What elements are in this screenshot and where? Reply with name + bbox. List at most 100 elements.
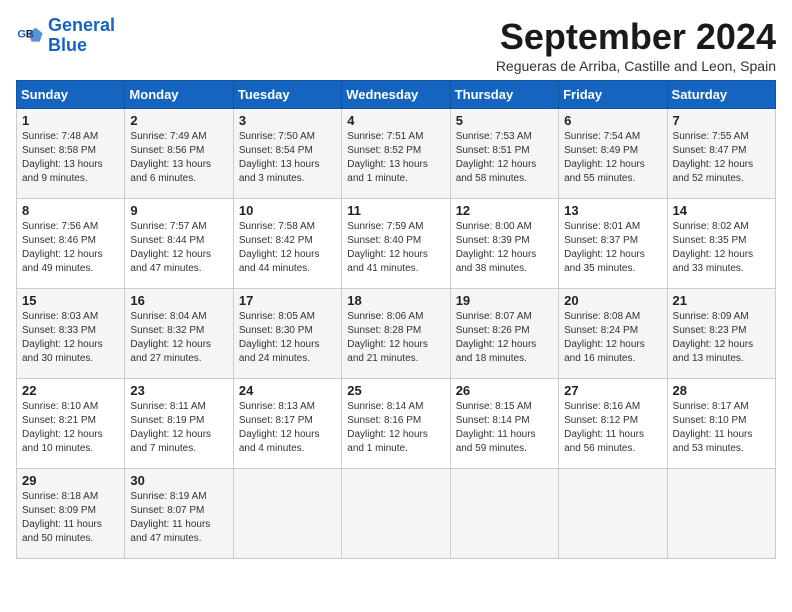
day-number: 23	[130, 383, 227, 398]
day-number: 30	[130, 473, 227, 488]
day-number: 16	[130, 293, 227, 308]
logo-icon: G B	[16, 22, 44, 50]
header-saturday: Saturday	[667, 81, 775, 109]
cell-sunrise: Sunrise: 8:02 AMSunset: 8:35 PMDaylight:…	[673, 221, 754, 274]
day-number: 6	[564, 113, 661, 128]
calendar-cell	[233, 469, 341, 559]
calendar-cell: 5 Sunrise: 7:53 AMSunset: 8:51 PMDaylight…	[450, 109, 558, 199]
calendar-week-row: 22 Sunrise: 8:10 AMSunset: 8:21 PMDayligh…	[17, 379, 776, 469]
day-number: 13	[564, 203, 661, 218]
calendar-week-row: 1Sunrise: 7:48 AMSunset: 8:58 PMDaylight…	[17, 109, 776, 199]
calendar-cell	[450, 469, 558, 559]
header-thursday: Thursday	[450, 81, 558, 109]
calendar-cell: 13 Sunrise: 8:01 AMSunset: 8:37 PMDayligh…	[559, 199, 667, 289]
day-number: 5	[456, 113, 553, 128]
calendar-cell: 4Sunrise: 7:51 AMSunset: 8:52 PMDaylight…	[342, 109, 450, 199]
cell-sunrise: Sunrise: 8:15 AMSunset: 8:14 PMDaylight:…	[456, 401, 536, 454]
calendar-cell	[667, 469, 775, 559]
calendar-cell: 29 Sunrise: 8:18 AMSunset: 8:09 PMDayligh…	[17, 469, 125, 559]
cell-sunrise: Sunrise: 8:14 AMSunset: 8:16 PMDaylight:…	[347, 401, 428, 454]
calendar-cell: 1Sunrise: 7:48 AMSunset: 8:58 PMDaylight…	[17, 109, 125, 199]
calendar-cell: 20Sunrise: 8:08 AMSunset: 8:24 PMDayligh…	[559, 289, 667, 379]
calendar-cell: 3 Sunrise: 7:50 AMSunset: 8:54 PMDaylight…	[233, 109, 341, 199]
cell-sunrise: Sunrise: 7:57 AMSunset: 8:44 PMDaylight:…	[130, 221, 211, 274]
cell-sunrise: Sunrise: 8:16 AMSunset: 8:12 PMDaylight:…	[564, 401, 644, 454]
cell-sunrise: Sunrise: 8:04 AMSunset: 8:32 PMDaylight:…	[130, 311, 211, 364]
cell-sunrise: Sunrise: 8:13 AMSunset: 8:17 PMDaylight:…	[239, 401, 320, 454]
header-monday: Monday	[125, 81, 233, 109]
day-number: 26	[456, 383, 553, 398]
cell-sunrise: Sunrise: 7:55 AMSunset: 8:47 PMDaylight:…	[673, 131, 754, 184]
cell-sunrise: Sunrise: 8:17 AMSunset: 8:10 PMDaylight:…	[673, 401, 753, 454]
calendar-cell: 8Sunrise: 7:56 AMSunset: 8:46 PMDaylight…	[17, 199, 125, 289]
calendar-cell: 11Sunrise: 7:59 AMSunset: 8:40 PMDayligh…	[342, 199, 450, 289]
cell-sunrise: Sunrise: 8:06 AMSunset: 8:28 PMDaylight:…	[347, 311, 428, 364]
logo: G B General Blue	[16, 16, 115, 56]
month-title: September 2024	[496, 16, 776, 58]
header-sunday: Sunday	[17, 81, 125, 109]
day-number: 10	[239, 203, 336, 218]
cell-sunrise: Sunrise: 8:00 AMSunset: 8:39 PMDaylight:…	[456, 221, 537, 274]
logo-text: General Blue	[48, 16, 115, 56]
cell-sunrise: Sunrise: 7:53 AMSunset: 8:51 PMDaylight:…	[456, 131, 537, 184]
day-number: 21	[673, 293, 770, 308]
calendar-header-row: SundayMondayTuesdayWednesdayThursdayFrid…	[17, 81, 776, 109]
day-number: 29	[22, 473, 119, 488]
cell-sunrise: Sunrise: 8:10 AMSunset: 8:21 PMDaylight:…	[22, 401, 103, 454]
calendar-cell	[342, 469, 450, 559]
cell-sunrise: Sunrise: 8:19 AMSunset: 8:07 PMDaylight:…	[130, 491, 210, 544]
calendar-cell: 6 Sunrise: 7:54 AMSunset: 8:49 PMDaylight…	[559, 109, 667, 199]
day-number: 18	[347, 293, 444, 308]
cell-sunrise: Sunrise: 8:05 AMSunset: 8:30 PMDaylight:…	[239, 311, 320, 364]
calendar-cell: 17Sunrise: 8:05 AMSunset: 8:30 PMDayligh…	[233, 289, 341, 379]
cell-sunrise: Sunrise: 7:58 AMSunset: 8:42 PMDaylight:…	[239, 221, 320, 274]
calendar-cell: 25 Sunrise: 8:14 AMSunset: 8:16 PMDayligh…	[342, 379, 450, 469]
calendar-cell: 26 Sunrise: 8:15 AMSunset: 8:14 PMDayligh…	[450, 379, 558, 469]
calendar-cell: 14 Sunrise: 8:02 AMSunset: 8:35 PMDayligh…	[667, 199, 775, 289]
calendar-cell: 9 Sunrise: 7:57 AMSunset: 8:44 PMDaylight…	[125, 199, 233, 289]
day-number: 3	[239, 113, 336, 128]
calendar-week-row: 29 Sunrise: 8:18 AMSunset: 8:09 PMDayligh…	[17, 469, 776, 559]
calendar-cell: 21 Sunrise: 8:09 AMSunset: 8:23 PMDayligh…	[667, 289, 775, 379]
day-number: 22	[22, 383, 119, 398]
day-number: 24	[239, 383, 336, 398]
cell-sunrise: Sunrise: 7:59 AMSunset: 8:40 PMDaylight:…	[347, 221, 428, 274]
svg-text:G: G	[17, 28, 26, 40]
cell-sunrise: Sunrise: 8:01 AMSunset: 8:37 PMDaylight:…	[564, 221, 645, 274]
day-number: 15	[22, 293, 119, 308]
calendar-week-row: 8Sunrise: 7:56 AMSunset: 8:46 PMDaylight…	[17, 199, 776, 289]
calendar-week-row: 15 Sunrise: 8:03 AMSunset: 8:33 PMDayligh…	[17, 289, 776, 379]
cell-sunrise: Sunrise: 7:49 AMSunset: 8:56 PMDaylight:…	[130, 131, 211, 184]
calendar-cell: 2 Sunrise: 7:49 AMSunset: 8:56 PMDaylight…	[125, 109, 233, 199]
day-number: 19	[456, 293, 553, 308]
calendar-cell: 18 Sunrise: 8:06 AMSunset: 8:28 PMDayligh…	[342, 289, 450, 379]
header-tuesday: Tuesday	[233, 81, 341, 109]
cell-sunrise: Sunrise: 8:09 AMSunset: 8:23 PMDaylight:…	[673, 311, 754, 364]
calendar-cell: 15 Sunrise: 8:03 AMSunset: 8:33 PMDayligh…	[17, 289, 125, 379]
day-number: 2	[130, 113, 227, 128]
cell-sunrise: Sunrise: 7:48 AMSunset: 8:58 PMDaylight:…	[22, 131, 103, 184]
header-wednesday: Wednesday	[342, 81, 450, 109]
cell-sunrise: Sunrise: 7:54 AMSunset: 8:49 PMDaylight:…	[564, 131, 645, 184]
cell-sunrise: Sunrise: 8:07 AMSunset: 8:26 PMDaylight:…	[456, 311, 537, 364]
day-number: 25	[347, 383, 444, 398]
calendar-cell: 28Sunrise: 8:17 AMSunset: 8:10 PMDayligh…	[667, 379, 775, 469]
day-number: 9	[130, 203, 227, 218]
calendar-cell: 27Sunrise: 8:16 AMSunset: 8:12 PMDayligh…	[559, 379, 667, 469]
calendar-cell: 16 Sunrise: 8:04 AMSunset: 8:32 PMDayligh…	[125, 289, 233, 379]
page-header: G B General Blue September 2024 Regueras…	[16, 16, 776, 74]
calendar-cell: 30 Sunrise: 8:19 AMSunset: 8:07 PMDayligh…	[125, 469, 233, 559]
cell-sunrise: Sunrise: 7:51 AMSunset: 8:52 PMDaylight:…	[347, 131, 428, 184]
cell-sunrise: Sunrise: 7:50 AMSunset: 8:54 PMDaylight:…	[239, 131, 320, 184]
title-block: September 2024 Regueras de Arriba, Casti…	[496, 16, 776, 74]
calendar-cell: 23Sunrise: 8:11 AMSunset: 8:19 PMDayligh…	[125, 379, 233, 469]
calendar-cell	[559, 469, 667, 559]
calendar-cell: 7Sunrise: 7:55 AMSunset: 8:47 PMDaylight…	[667, 109, 775, 199]
calendar-cell: 24 Sunrise: 8:13 AMSunset: 8:17 PMDayligh…	[233, 379, 341, 469]
day-number: 14	[673, 203, 770, 218]
calendar-cell: 10 Sunrise: 7:58 AMSunset: 8:42 PMDayligh…	[233, 199, 341, 289]
calendar-cell: 22 Sunrise: 8:10 AMSunset: 8:21 PMDayligh…	[17, 379, 125, 469]
cell-sunrise: Sunrise: 8:03 AMSunset: 8:33 PMDaylight:…	[22, 311, 103, 364]
cell-sunrise: Sunrise: 7:56 AMSunset: 8:46 PMDaylight:…	[22, 221, 103, 274]
cell-sunrise: Sunrise: 8:18 AMSunset: 8:09 PMDaylight:…	[22, 491, 102, 544]
